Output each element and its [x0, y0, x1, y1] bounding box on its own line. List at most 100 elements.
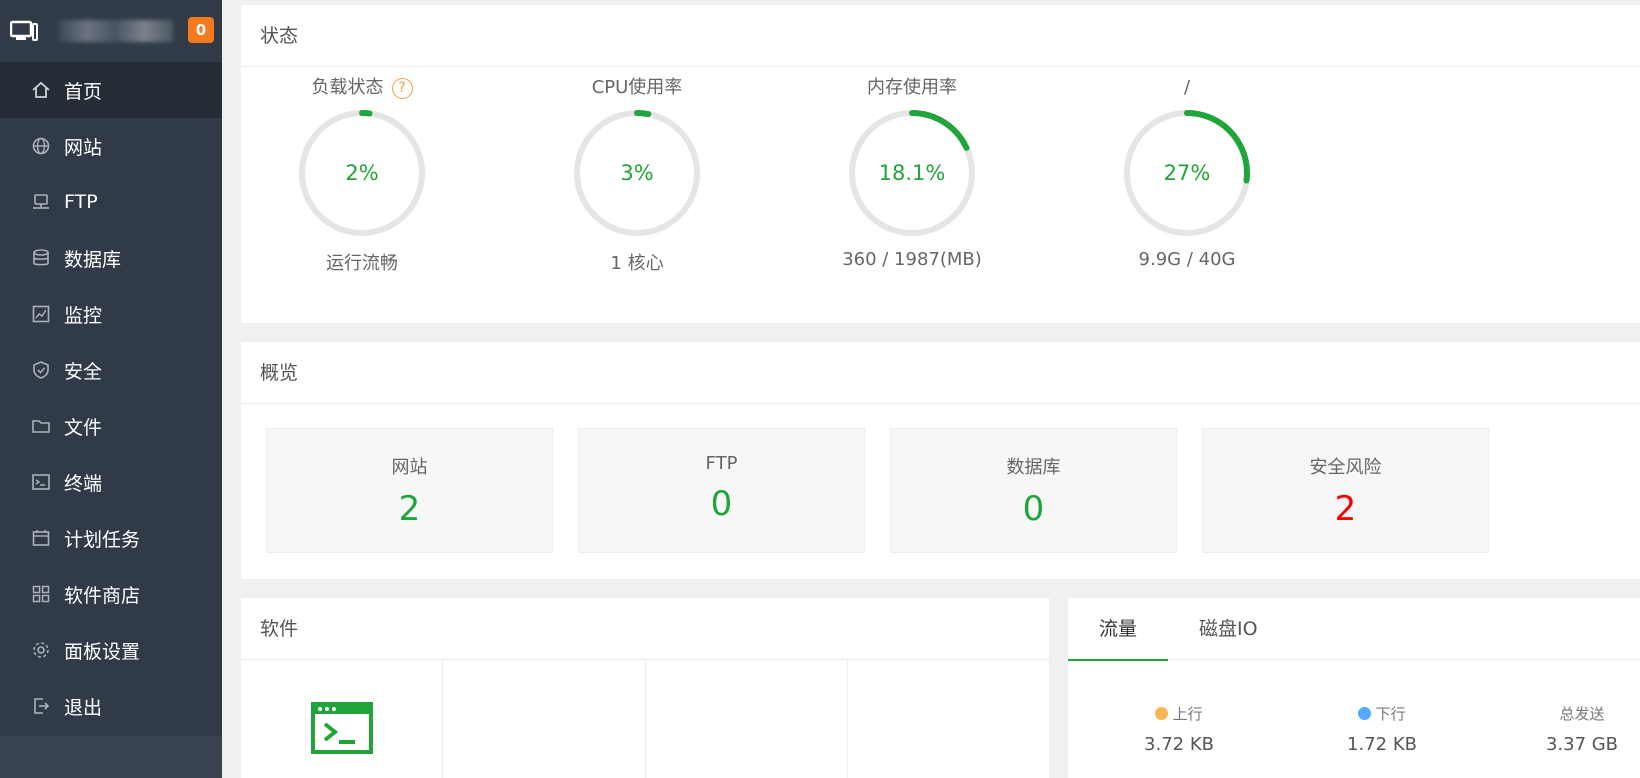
server-monitor-icon	[10, 20, 38, 41]
stat-value: 1.72 KB	[1347, 734, 1417, 755]
sidebar-item-database[interactable]: 数据库	[0, 230, 222, 286]
sidebar-item-label: 安全	[64, 360, 103, 383]
logout-icon	[30, 695, 52, 717]
gauge-cpu: CPU使用率 3% 1 核心	[537, 67, 737, 275]
shield-icon	[30, 359, 52, 381]
gauge-disk: / 27% 9.9G / 40G	[1087, 67, 1287, 270]
sidebar-item-home[interactable]: 首页	[0, 62, 222, 118]
overview-panel-title: 概览	[241, 342, 1640, 404]
stat-upload: 上行 3.72 KB	[1109, 703, 1249, 755]
status-panel: 状态 负载状态? 2% 运行流畅 CPU使用率 3% 1 核心 内存使用率 18…	[241, 5, 1640, 323]
globe-icon	[30, 135, 52, 157]
overview-card-database[interactable]: 数据库 0	[890, 428, 1177, 553]
gauge-title: 负载状态	[311, 77, 384, 98]
calendar-icon	[30, 527, 52, 549]
overview-card-label: 数据库	[1006, 457, 1061, 478]
sidebar-item-files[interactable]: 文件	[0, 398, 222, 454]
status-panel-title: 状态	[241, 5, 1640, 67]
sidebar-item-label: 网站	[64, 136, 103, 159]
sidebar-item-app-store[interactable]: 软件商店	[0, 566, 222, 622]
sidebar-item-terminal[interactable]: 终端	[0, 454, 222, 510]
sidebar-item-settings[interactable]: 面板设置	[0, 622, 222, 678]
sidebar-item-monitor[interactable]: 监控	[0, 286, 222, 342]
sidebar-item-ftp[interactable]: FTP	[0, 174, 222, 230]
software-grid	[241, 660, 1049, 778]
overview-card-label: FTP	[705, 453, 738, 474]
software-cell[interactable]	[848, 660, 1049, 778]
software-panel: 软件	[241, 598, 1049, 778]
apps-icon	[30, 583, 52, 605]
overview-card-value: 0	[1022, 489, 1045, 529]
sidebar-item-label: 监控	[64, 304, 103, 327]
ftp-icon	[30, 191, 52, 213]
overview-card-security-risk[interactable]: 安全风险 2	[1202, 428, 1489, 553]
gauge-value: 3%	[620, 161, 653, 185]
sidebar-item-label: 文件	[64, 416, 103, 439]
stat-value: 3.37 GB	[1545, 734, 1619, 755]
folder-icon	[30, 415, 52, 437]
gauge-title: 内存使用率	[867, 77, 957, 98]
software-cell[interactable]	[241, 660, 444, 778]
gear-icon	[30, 639, 52, 661]
sidebar-footer	[0, 736, 222, 778]
overview-card-label: 网站	[391, 457, 428, 478]
download-dot-icon	[1358, 707, 1372, 720]
overview-panel: 概览 网站 2 FTP 0 数据库 0 安全风险 2	[241, 342, 1640, 579]
gauge-title: CPU使用率	[591, 77, 683, 98]
sidebar-item-security[interactable]: 安全	[0, 342, 222, 398]
gauge-ring[interactable]: 2%	[296, 107, 428, 239]
gauge-value: 27%	[1164, 161, 1211, 185]
sidebar-nav: 首页 网站 FTP 数据库 监控 安全 文件 终端 计划任务 软件商店 面板设置…	[0, 62, 222, 734]
sidebar-header: 0	[0, 0, 222, 62]
sidebar-item-cron[interactable]: 计划任务	[0, 510, 222, 566]
gauge-footer: 1 核心	[610, 253, 664, 274]
sidebar-item-label: 计划任务	[64, 528, 141, 551]
upload-dot-icon	[1155, 707, 1169, 720]
gauge-memory: 内存使用率 18.1% 360 / 1987(MB)	[812, 67, 1012, 270]
home-icon	[30, 79, 52, 101]
sidebar-item-label: 首页	[64, 80, 103, 103]
sidebar-item-label: FTP	[64, 191, 98, 213]
sidebar-item-logout[interactable]: 退出	[0, 678, 222, 734]
stat-label: 下行	[1375, 705, 1406, 723]
tab-traffic[interactable]: 流量	[1068, 598, 1169, 661]
gauge-value: 18.1%	[879, 161, 946, 185]
overview-card-website[interactable]: 网站 2	[266, 428, 553, 553]
database-icon	[30, 247, 52, 269]
help-icon[interactable]: ?	[391, 77, 413, 99]
stat-label: 上行	[1172, 705, 1203, 723]
sidebar-item-label: 数据库	[64, 248, 122, 271]
gauge-ring[interactable]: 18.1%	[846, 107, 978, 239]
overview-card-value: 0	[710, 484, 733, 524]
sidebar-item-label: 退出	[64, 696, 103, 719]
terminal-app-icon	[311, 702, 373, 758]
monitor-chart-icon	[30, 303, 52, 325]
software-cell[interactable]	[646, 660, 848, 778]
sidebar-item-website[interactable]: 网站	[0, 118, 222, 174]
stat-label: 总发送	[1559, 705, 1605, 723]
gauge-ring[interactable]: 27%	[1121, 107, 1253, 239]
gauge-load: 负载状态? 2% 运行流畅	[262, 67, 462, 275]
gauge-footer: 运行流畅	[326, 253, 398, 274]
traffic-panel: 流量 磁盘IO 上行 3.72 KB 下行 1.72 KB 总发送 3.37 G…	[1068, 598, 1640, 778]
sidebar-item-label: 终端	[64, 472, 103, 495]
overview-card-label: 安全风险	[1309, 457, 1382, 478]
gauge-ring[interactable]: 3%	[571, 107, 703, 239]
software-cell[interactable]	[443, 660, 646, 778]
traffic-tabs: 流量 磁盘IO	[1068, 598, 1640, 661]
sidebar: 0 首页 网站 FTP 数据库 监控 安全 文件 终端 计划任务 软件商店 面板…	[0, 0, 222, 778]
server-name-redacted	[58, 20, 173, 42]
stat-value: 3.72 KB	[1144, 734, 1214, 755]
overview-card-value: 2	[398, 489, 421, 529]
gauge-value: 2%	[345, 161, 378, 185]
sidebar-item-label: 面板设置	[64, 640, 141, 663]
tab-disk-io[interactable]: 磁盘IO	[1168, 598, 1289, 660]
software-panel-title: 软件	[241, 598, 1049, 660]
stat-total-sent: 总发送 3.37 GB	[1512, 703, 1640, 755]
overview-card-value: 2	[1334, 489, 1357, 529]
stat-download: 下行 1.72 KB	[1312, 703, 1452, 755]
gauge-footer: 360 / 1987(MB)	[842, 249, 982, 270]
sidebar-item-label: 软件商店	[64, 584, 141, 607]
overview-card-ftp[interactable]: FTP 0	[578, 428, 865, 553]
notification-badge[interactable]: 0	[188, 17, 214, 43]
